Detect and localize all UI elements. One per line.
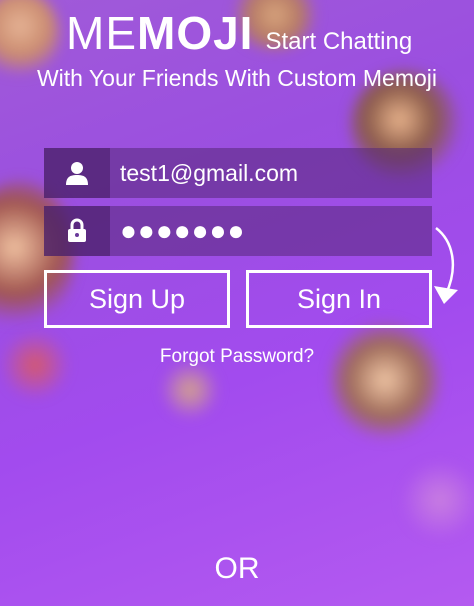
email-field[interactable]: test1@gmail.com <box>44 148 432 198</box>
tagline-start: Start Chatting <box>265 28 413 55</box>
curved-arrow-icon <box>428 224 462 313</box>
logo-me: ME <box>66 7 137 59</box>
background-face <box>400 460 474 540</box>
login-screen: ME MOJI Start Chatting With Your Friends… <box>0 0 474 606</box>
tagline: With Your Friends With Custom Memoji <box>36 65 438 91</box>
email-input[interactable]: test1@gmail.com <box>110 160 432 187</box>
logo-moji: MOJI <box>137 7 254 59</box>
lock-icon <box>44 206 110 256</box>
app-header: ME MOJI Start Chatting <box>66 6 412 60</box>
sign-up-button[interactable]: Sign Up <box>44 270 230 328</box>
sign-in-button[interactable]: Sign In <box>246 270 432 328</box>
background-face <box>330 320 440 440</box>
password-field[interactable]: ●●●●●●● <box>44 206 432 256</box>
forgot-password-link[interactable]: Forgot Password? <box>0 346 474 368</box>
background-face <box>160 360 220 420</box>
user-icon <box>44 148 110 198</box>
password-input[interactable]: ●●●●●●● <box>110 215 432 247</box>
or-divider: OR <box>214 552 260 585</box>
